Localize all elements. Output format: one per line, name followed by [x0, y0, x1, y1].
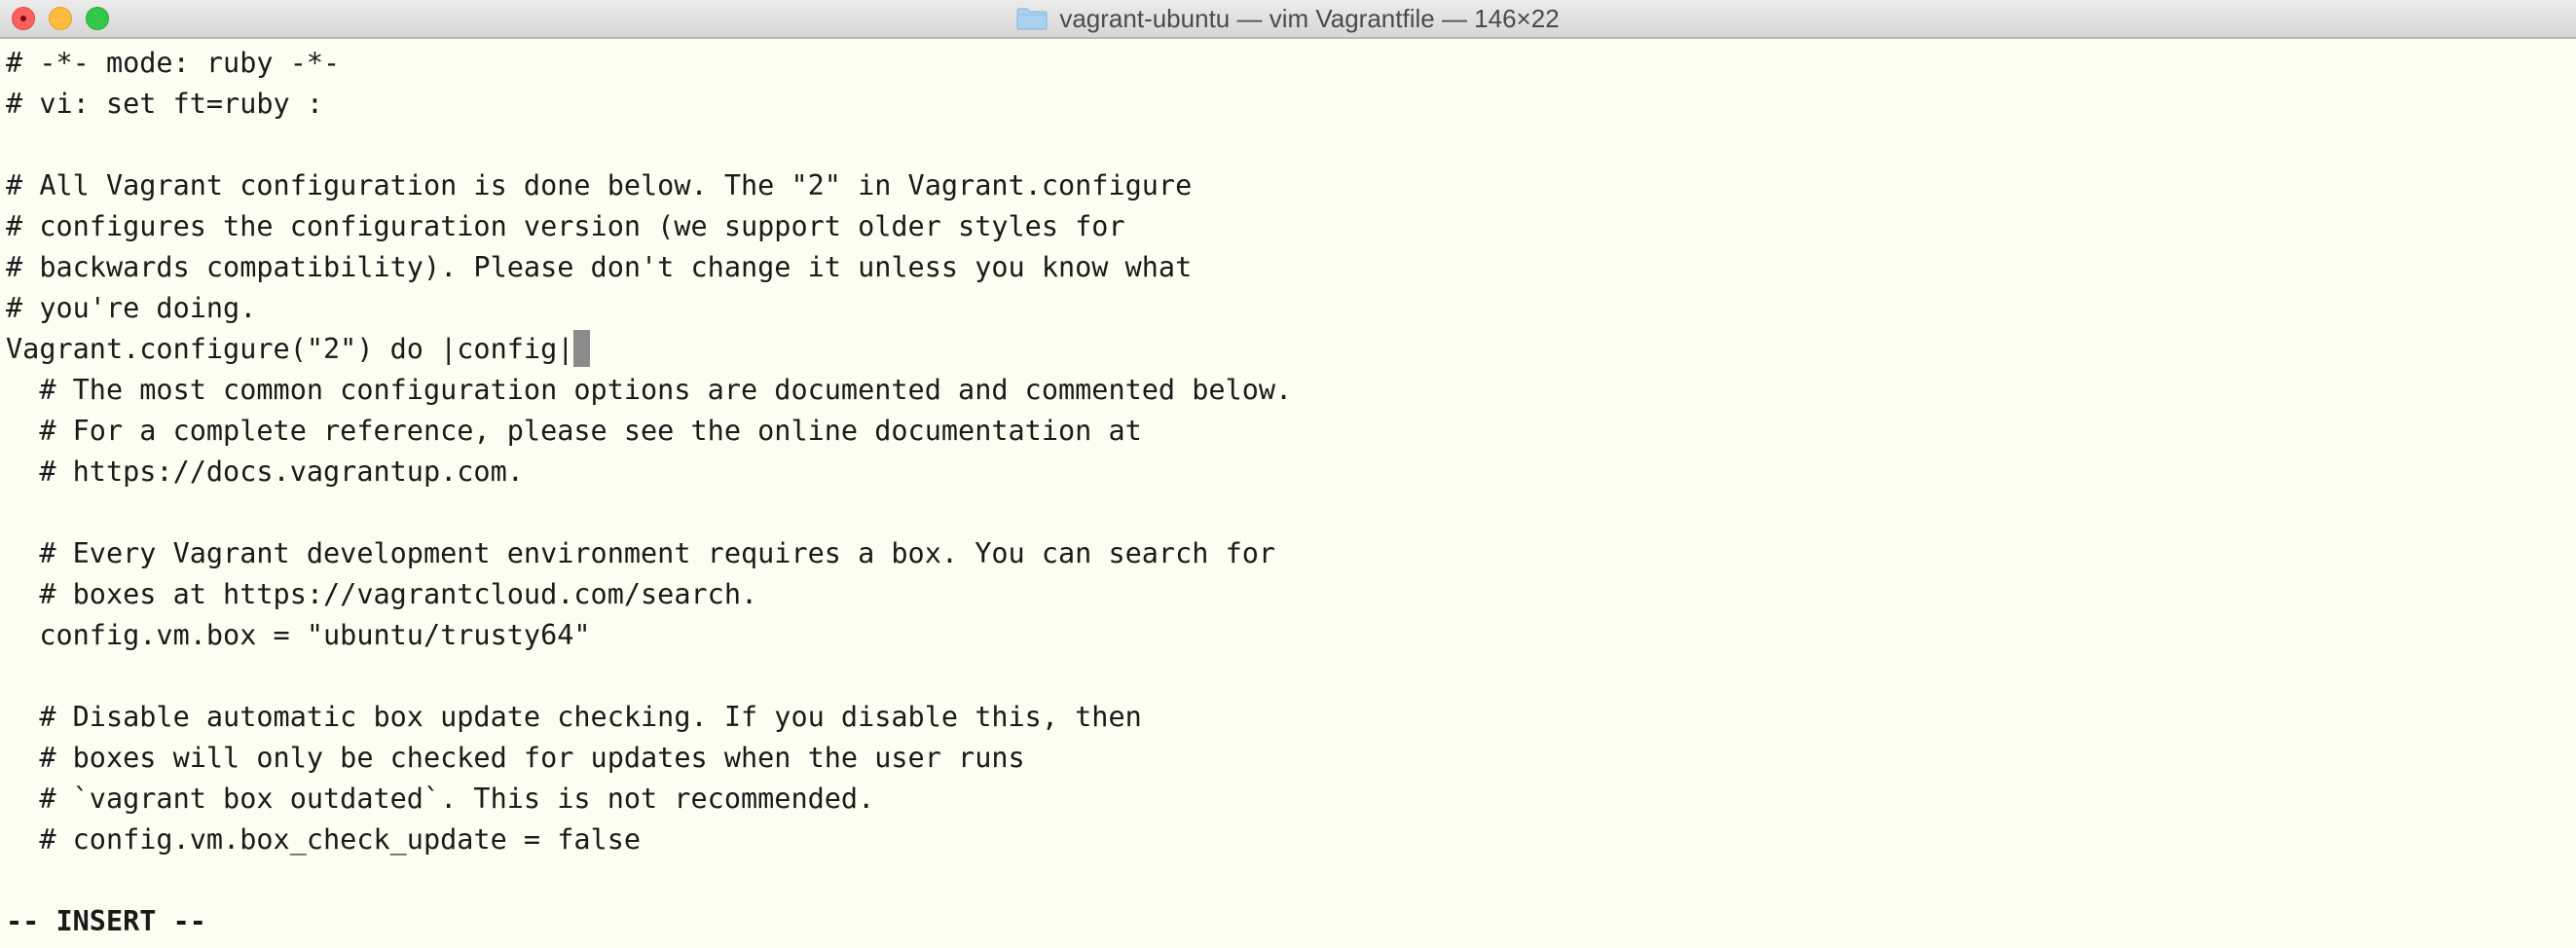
code-line-4[interactable]: # All Vagrant configuration is done belo…	[6, 165, 2566, 206]
code-line-6[interactable]: # backwards compatibility). Please don't…	[6, 247, 2566, 288]
code-line-3[interactable]	[6, 125, 2566, 165]
title-bar[interactable]: vagrant-ubuntu — vim Vagrantfile — 146×2…	[0, 0, 2576, 39]
code-line-7[interactable]: # you're doing.	[6, 288, 2566, 329]
vim-mode-indicator: -- INSERT --	[6, 905, 206, 937]
code-line-16[interactable]	[6, 656, 2566, 697]
code-line-18[interactable]: # boxes will only be checked for updates…	[6, 738, 2566, 779]
code-line-20[interactable]: # config.vm.box_check_update = false	[6, 820, 2566, 860]
code-line-10[interactable]: # For a complete reference, please see t…	[6, 411, 2566, 452]
code-line-15[interactable]: config.vm.box = "ubuntu/trusty64"	[6, 615, 2566, 656]
code-line-13[interactable]: # Every Vagrant development environment …	[6, 533, 2566, 574]
folder-icon	[1016, 8, 1048, 30]
title-area: vagrant-ubuntu — vim Vagrantfile — 146×2…	[0, 0, 2576, 37]
code-line-11[interactable]: # https://docs.vagrantup.com.	[6, 452, 2566, 492]
terminal-window: vagrant-ubuntu — vim Vagrantfile — 146×2…	[0, 0, 2576, 948]
window-title: vagrant-ubuntu — vim Vagrantfile — 146×2…	[1059, 3, 1560, 33]
text-cursor	[573, 330, 591, 367]
code-line-9[interactable]: # The most common configuration options …	[6, 370, 2566, 411]
code-line-14[interactable]: # boxes at https://vagrantcloud.com/sear…	[6, 574, 2566, 615]
code-line-5[interactable]: # configures the configuration version (…	[6, 206, 2566, 247]
code-line-12[interactable]	[6, 492, 2566, 533]
code-line-17[interactable]: # Disable automatic box update checking.…	[6, 697, 2566, 738]
code-line-8-text: Vagrant.configure("2") do |config|	[6, 333, 574, 365]
code-line-1[interactable]: # -*- mode: ruby -*-	[6, 43, 2566, 84]
code-line-2[interactable]: # vi: set ft=ruby :	[6, 84, 2566, 125]
code-line-19[interactable]: # `vagrant box outdated`. This is not re…	[6, 779, 2566, 820]
vim-editor[interactable]: # -*- mode: ruby -*- # vi: set ft=ruby :…	[6, 43, 2566, 946]
code-line-21[interactable]	[6, 860, 2566, 901]
code-line-8[interactable]: Vagrant.configure("2") do |config|	[6, 329, 2566, 370]
